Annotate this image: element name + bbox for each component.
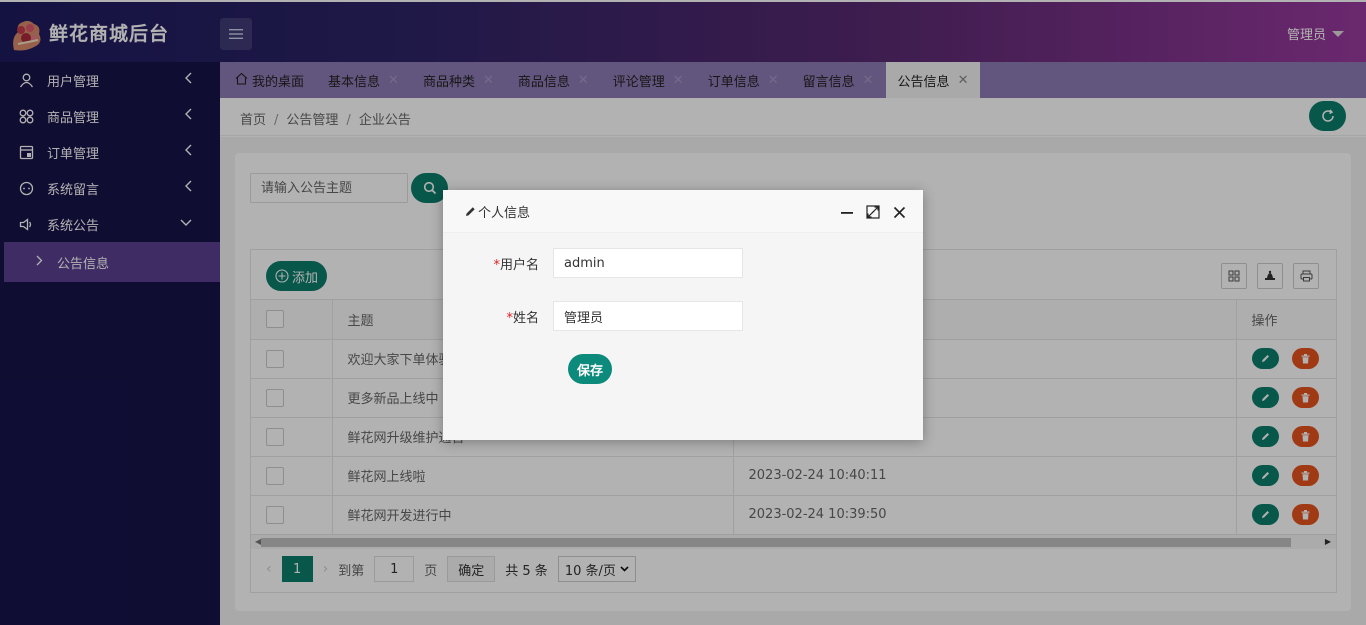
username-label: 用户名 — [499, 257, 539, 273]
name-row: *姓名 — [443, 301, 743, 331]
close-button[interactable] — [890, 203, 908, 221]
name-label: 姓名 — [512, 310, 539, 326]
maximize-icon — [866, 205, 880, 219]
dialog-header: 个人信息 — [443, 190, 923, 233]
minimize-icon — [841, 212, 853, 214]
save-button[interactable]: 保存 — [568, 354, 612, 384]
close-icon — [893, 206, 905, 218]
profile-dialog: 个人信息 *用户名 *姓名 保存 — [443, 190, 923, 440]
name-field[interactable] — [553, 301, 743, 331]
username-row: *用户名 — [443, 248, 743, 278]
pencil-icon — [466, 206, 475, 216]
dialog-title: 个人信息 — [478, 205, 531, 221]
minimize-button[interactable] — [838, 203, 856, 221]
maximize-button[interactable] — [864, 203, 882, 221]
username-field[interactable] — [553, 248, 743, 278]
